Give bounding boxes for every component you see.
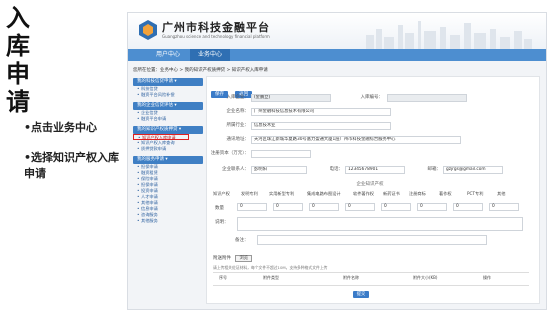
qty-input[interactable]: 0 xyxy=(237,203,267,211)
sidebar-group-tech-credit: 我的科技信贷申请 ▾ 科技信贷 融资平台风险补偿 xyxy=(133,78,203,98)
ip-col-header: 发明专利 xyxy=(241,191,258,196)
nav-user-center[interactable]: 用户中心 xyxy=(148,49,188,61)
phone-field[interactable]: 12345678901 xyxy=(345,165,405,174)
industry-label: 所属行业： xyxy=(226,123,250,128)
address-label: 通讯地址： xyxy=(226,137,250,142)
remark-textarea[interactable] xyxy=(257,235,487,245)
form-row: 通讯地址： 天河区珠江新城华夏路30号富力盈通大厦1层广州市科技金融综合服务中心 xyxy=(207,135,533,144)
attach-col-header: 序号 xyxy=(219,275,227,280)
slide-title-char: 申 xyxy=(6,60,30,88)
company-name-field[interactable]: 广州金融科技信息技术有限公司 xyxy=(251,107,391,116)
sidebar-group-services: 我的服务申请 ▾ 担保申请 融资租赁 保险申请 担保申请 投资申请 人才申请 其… xyxy=(133,156,203,224)
qty-input[interactable]: 0 xyxy=(273,203,303,211)
slide-title-char: 库 xyxy=(6,32,30,60)
industry-field[interactable]: 信息技术业 xyxy=(251,121,391,130)
ip-col-header: 实用新型专利 xyxy=(269,191,295,196)
form-row: 企业联系人： 彭明阳 电话： 12345678901 邮箱： gzjrgs@gm… xyxy=(207,165,533,174)
enterprise-name-label: 入库企业： xyxy=(226,95,250,100)
sidebar-group-head[interactable]: 我的科技信贷申请 ▾ xyxy=(133,78,203,86)
email-field[interactable]: gzjrgs@gmail.com xyxy=(443,165,503,174)
ip-qty-row: 数量 0 0 0 0 0 0 0 0 xyxy=(207,203,533,212)
slide-title-char: 请 xyxy=(6,88,30,116)
ip-col-header: 软件著作权 xyxy=(353,191,374,196)
bullet-click-business-center: •点击业务中心 xyxy=(24,121,98,134)
reg-capital-label: 注册资本（万元）： xyxy=(210,151,249,156)
sidebar-item[interactable]: 其他服务 xyxy=(133,218,203,224)
attachment-label: 附送附件 xyxy=(213,256,231,261)
ip-col-header: 其他 xyxy=(497,191,506,196)
qty-input[interactable]: 0 xyxy=(489,203,519,211)
sidebar-group-head[interactable]: 我的服务申请 ▾ xyxy=(133,156,203,164)
ip-col-header: PCT专利 xyxy=(467,191,484,196)
qty-input[interactable]: 0 xyxy=(381,203,411,211)
form-row: 企业名称： 广州金融科技信息技术有限公司 xyxy=(207,107,533,116)
top-navbar: 用户中心 业务中心 xyxy=(128,49,546,61)
qty-input[interactable]: 0 xyxy=(453,203,483,211)
attachment-hint: 请上传相关佐证材料，每个文件不超过10M，支持多种格式文件上传 xyxy=(213,265,328,270)
skyline-decoration xyxy=(366,21,532,49)
qty-input[interactable]: 0 xyxy=(309,203,339,211)
ip-section-title: 企业知识产权 xyxy=(356,182,384,187)
description-textarea[interactable] xyxy=(237,217,523,231)
form-row: 注册资本（万元）： xyxy=(207,149,533,158)
phone-label: 电话： xyxy=(329,167,344,172)
contact-label: 企业联系人： xyxy=(222,167,249,172)
form-row: 所属行业： 信息技术业 xyxy=(207,121,533,130)
address-field[interactable]: 天河区珠江新城华夏路30号富力盈通大厦1层广州市科技金融综合服务中心 xyxy=(251,135,461,144)
bullet-select-ip-application: •选择知识产权入库申请 xyxy=(24,151,120,180)
enterprise-id-field[interactable] xyxy=(387,93,467,102)
form-row: 入库企业： (金鹏立) 入库编号： xyxy=(207,93,533,102)
brand-subtitle: Guangzhou science and technology financi… xyxy=(162,34,270,39)
portal-banner: 广州市科技金融平台 Guangzhou science and technolo… xyxy=(128,13,546,49)
sidebar-group-head[interactable]: 我的企业信贷评估 ▾ xyxy=(133,102,203,110)
ip-col-header: 注册商标 xyxy=(409,191,426,196)
breadcrumb: 您所在位置：业务中心 > 我的知识产权质押贷 > 知识产权入库申请 xyxy=(133,68,268,73)
portal-logo-icon xyxy=(139,20,157,40)
attach-col-header: 附件大小(KB) xyxy=(413,275,438,280)
email-label: 邮箱： xyxy=(427,167,442,172)
application-form: 保存 返回 入库企业： (金鹏立) 入库编号： 企业名称： 广州金融科技信息技术… xyxy=(206,76,540,304)
attachment-table: 序号 附件类型 附件名称 附件大小(KB) 操作 xyxy=(213,272,529,286)
ip-col-header: 知识产权 xyxy=(213,191,230,196)
qty-label: 数量 xyxy=(215,206,224,211)
nav-business-center[interactable]: 业务中心 xyxy=(190,49,230,61)
remark-label: 备注： xyxy=(235,238,249,243)
sidebar-group-head[interactable]: 我的知识产权质押贷 ▾ xyxy=(133,126,203,134)
sidebar-item[interactable]: 融资平台风险补偿 xyxy=(133,92,203,98)
enterprise-id-label: 入库编号： xyxy=(360,95,384,100)
description-label: 说明： xyxy=(215,220,229,225)
reg-capital-field[interactable] xyxy=(251,149,311,158)
sidebar-group-enterprise-credit: 我的企业信贷评估 ▾ 企业信贷 融资平台申请 xyxy=(133,102,203,122)
brand-name: 广州市科技金融平台 xyxy=(162,21,270,34)
sidebar-item[interactable]: 质押贷款申请 xyxy=(133,146,203,152)
ip-header-row: 知识产权 发明专利 实用新型专利 集成电路布图设计 软件著作权 新药证书 注册商… xyxy=(207,191,533,200)
ip-col-header: 著作权 xyxy=(439,191,452,196)
slide-title: 入 库 申 请 xyxy=(6,4,42,116)
ip-col-header: 新药证书 xyxy=(383,191,400,196)
ip-col-header: 集成电路布图设计 xyxy=(307,191,341,196)
contact-field[interactable]: 彭明阳 xyxy=(251,165,307,174)
sidebar-item[interactable]: 融资平台申请 xyxy=(133,116,203,122)
submit-button[interactable]: 提交 xyxy=(353,291,369,298)
enterprise-name-field[interactable]: (金鹏立) xyxy=(251,93,331,102)
slide-bullets: •点击业务中心 •选择知识产权入库申请 xyxy=(24,120,124,196)
attach-col-header: 附件名称 xyxy=(343,275,359,280)
qty-input[interactable]: 0 xyxy=(417,203,447,211)
attach-col-header: 附件类型 xyxy=(263,275,279,280)
attach-col-header: 操作 xyxy=(483,275,491,280)
attachment-row: 附送附件 浏览 xyxy=(213,255,253,262)
slide-title-char: 入 xyxy=(6,4,30,32)
company-name-label: 企业名称： xyxy=(226,109,250,114)
upload-button[interactable]: 浏览 xyxy=(235,255,253,262)
sidebar: 我的科技信贷申请 ▾ 科技信贷 融资平台风险补偿 我的企业信贷评估 ▾ 企业信贷… xyxy=(133,78,203,228)
qty-input[interactable]: 0 xyxy=(345,203,375,211)
sidebar-group-ip-pledge: 我的知识产权质押贷 ▾ 知识产权入库申请 知识产权入库查询 质押贷款申请 xyxy=(133,126,203,152)
